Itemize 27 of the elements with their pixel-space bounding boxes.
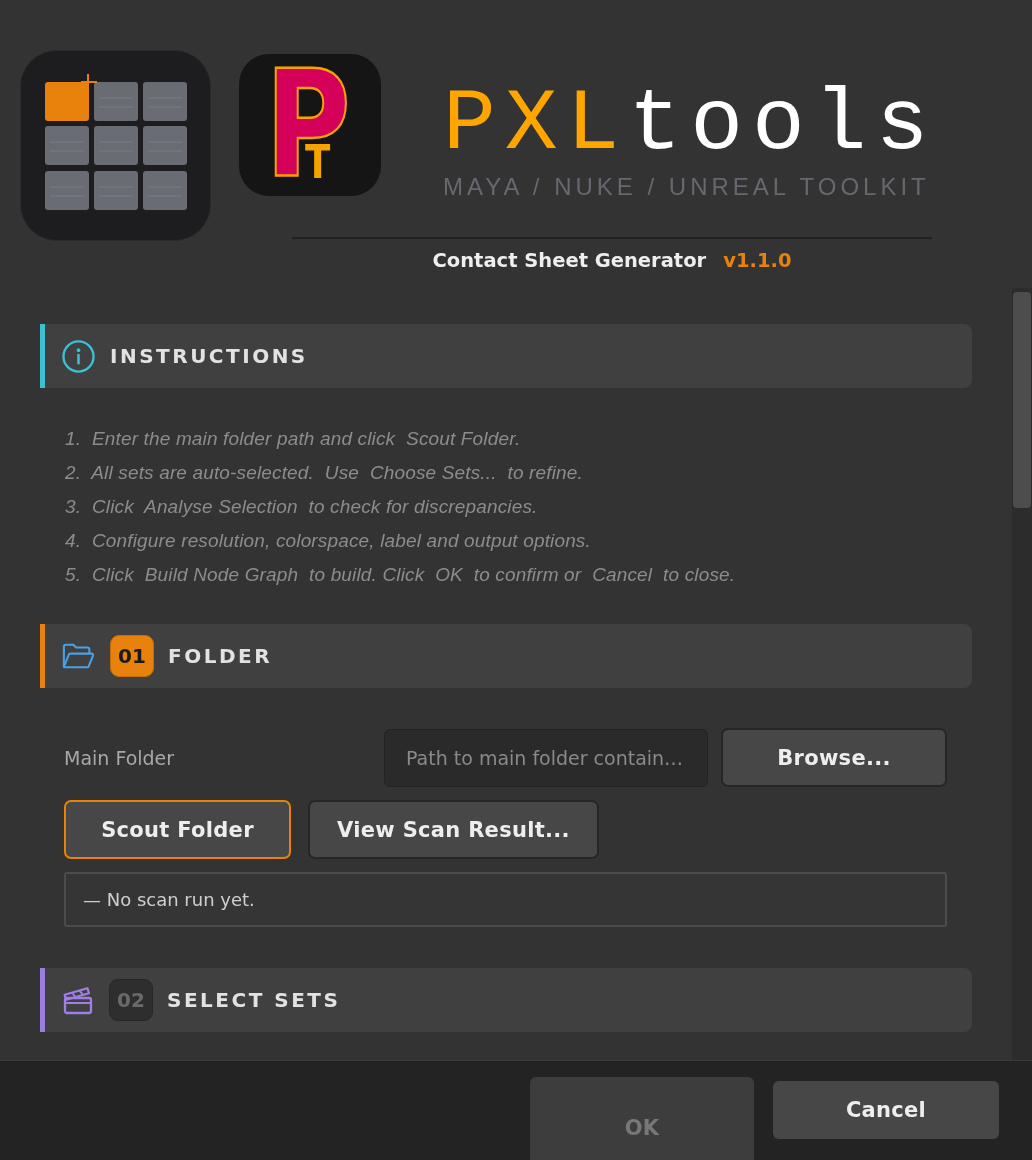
scan-status-box: — No scan run yet. <box>64 872 947 927</box>
instruction-step: 2. All sets are auto-selected. Use Choose Sets... to refine. <box>65 456 972 490</box>
tool-title: Contact Sheet Generator <box>432 248 707 274</box>
view-results-button[interactable]: View Scan Result... <box>308 800 599 859</box>
step-badge: 01 <box>110 635 154 677</box>
clapperboard-icon <box>62 984 94 1016</box>
instruction-step: 3. Click Analyse Selection to check for discrepancies. <box>65 490 972 524</box>
version-label: v1.1.0 <box>723 248 792 274</box>
instruction-step: 5. Click Build Node Graph to build. Click OK to confirm or Cancel to close. <box>65 558 972 592</box>
info-icon <box>62 339 95 373</box>
path-field[interactable]: Path to main folder contain… <box>384 728 708 787</box>
wordmark-prefix: PXL <box>443 81 629 169</box>
instruction-step: 4. Configure resolution, colorspace, label and output options. <box>65 524 972 558</box>
folder-icon <box>62 642 95 670</box>
instruction-step: 1. Enter the main folder path and click Scout Folder. <box>65 422 972 456</box>
section-title: SELECT SETS <box>167 988 341 1012</box>
section-title: FOLDER <box>168 644 273 668</box>
grid-logo-icon <box>20 50 211 241</box>
scrollbar-thumb[interactable] <box>1013 292 1031 508</box>
section-title: INSTRUCTIONS <box>110 344 308 368</box>
tagline: MAYA / NUKE / UNREAL TOOLKIT <box>443 175 931 199</box>
wordmark-suffix: tools <box>628 81 938 169</box>
cancel-button[interactable]: Cancel <box>773 1081 999 1139</box>
browse-button[interactable]: Browse... <box>721 728 947 787</box>
step-badge: 02 <box>109 979 153 1021</box>
field-label: Main Folder <box>64 746 176 769</box>
scout-folder-button[interactable]: Scout Folder <box>64 800 291 859</box>
